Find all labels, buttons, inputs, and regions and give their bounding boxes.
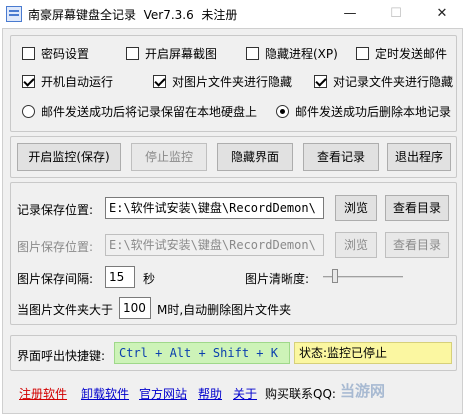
auto-start-checkbox[interactable]: 开机自动运行 [22,73,113,90]
checkbox-label: 定时发送邮件 [375,47,448,61]
radio-circle[interactable] [22,105,35,118]
status-display: 状态:监控已停止 [294,342,452,364]
checkbox-label: 开启屏幕截图 [145,47,218,61]
view-records-button[interactable]: 查看记录 [303,143,379,171]
image-interval-label: 图片保存间隔: [17,272,94,286]
hide-process-checkbox[interactable]: 隐藏进程(XP) [246,45,338,62]
folder-limit-prefix: 当图片文件夹大于 [17,303,114,317]
minimize-button[interactable]: — [327,0,373,28]
folder-limit-suffix: M时,自动删除图片文件夹 [157,303,292,317]
delete-local-radio[interactable]: 邮件发送成功后删除本地记录 [276,103,451,120]
checkbox-box[interactable] [356,47,369,60]
hide-record-folder-checkbox[interactable]: 对记录文件夹进行隐藏 [314,73,453,90]
screen-capture-checkbox[interactable]: 开启屏幕截图 [126,45,217,62]
help-link[interactable]: 帮助 [198,385,222,402]
checkbox-box[interactable] [126,47,139,60]
image-view-dir-button[interactable]: 查看目录 [385,232,449,258]
checkbox-label: 开机自动运行 [41,75,114,89]
image-interval-input[interactable]: 15 [105,266,135,288]
checkbox-label: 对记录文件夹进行隐藏 [333,75,454,89]
checkbox-box[interactable] [246,47,259,60]
keep-local-radio[interactable]: 邮件发送成功后将记录保留在本地硬盘上 [22,103,257,120]
stop-monitor-button[interactable]: 停止监控 [131,143,207,171]
hotkey-group: 界面呼出快捷键: Ctrl + Alt + Shift + K 状态:监控已停止 [10,335,457,371]
paths-group: 记录保存位置: E:\软件试安装\键盘\RecordDemon\ 浏览 查看目录… [10,182,457,325]
app-keyboard-icon [6,6,22,22]
record-browse-button[interactable]: 浏览 [335,195,377,221]
folder-limit-input[interactable]: 100 [119,297,151,319]
purchase-qq-label: 购买联系QQ: [265,387,336,401]
uninstall-link[interactable]: 卸载软件 [81,385,129,402]
image-quality-slider-thumb[interactable] [331,269,338,283]
radio-label: 邮件发送成功后将记录保留在本地硬盘上 [41,105,258,119]
exit-button[interactable]: 退出程序 [387,143,451,171]
checkbox-label: 隐藏进程(XP) [265,47,338,61]
register-link[interactable]: 注册软件 [19,385,67,402]
radio-label: 邮件发送成功后删除本地记录 [295,105,452,119]
image-browse-button[interactable]: 浏览 [335,232,377,258]
image-interval-unit: 秒 [143,272,156,286]
hide-ui-button[interactable]: 隐藏界面 [217,143,293,171]
window-title: 南豪屏幕键盘全记录 Ver7.3.6 未注册 [28,8,238,22]
image-path-input[interactable]: E:\软件试安装\键盘\RecordDemon\ [105,234,324,256]
checkbox-box[interactable] [314,75,327,88]
maximize-button[interactable]: ☐ [373,0,419,28]
website-link[interactable]: 官方网站 [139,385,187,402]
options-group: 密码设置 开启屏幕截图 隐藏进程(XP) 定时发送邮件 开机自动运行 对图片文件… [10,35,457,132]
checkbox-box[interactable] [153,75,166,88]
radio-circle[interactable] [276,105,289,118]
record-path-label: 记录保存位置: [17,203,94,217]
main-panel: 密码设置 开启屏幕截图 隐藏进程(XP) 定时发送邮件 开机自动运行 对图片文件… [2,28,463,414]
watermark-text: 当游网 [340,382,386,400]
record-view-dir-button[interactable]: 查看目录 [385,195,449,221]
checkbox-label: 密码设置 [41,47,90,61]
about-link[interactable]: 关于 [233,385,257,402]
hotkey-input[interactable]: Ctrl + Alt + Shift + K [114,342,290,364]
password-setting-checkbox[interactable]: 密码设置 [22,45,89,62]
hotkey-label: 界面呼出快捷键: [17,349,106,363]
record-path-input[interactable]: E:\软件试安装\键盘\RecordDemon\ [105,197,324,219]
title-bar: 南豪屏幕键盘全记录 Ver7.3.6 未注册 — ☐ ✕ [0,0,465,28]
actions-group: 开启监控(保存) 停止监控 隐藏界面 查看记录 退出程序 [10,136,457,178]
checkbox-box[interactable] [22,75,35,88]
start-monitor-button[interactable]: 开启监控(保存) [17,143,121,171]
checkbox-box[interactable] [22,47,35,60]
image-path-label: 图片保存位置: [17,240,94,254]
image-quality-label: 图片清晰度: [245,272,310,286]
close-button[interactable]: ✕ [419,0,465,28]
hide-image-folder-checkbox[interactable]: 对图片文件夹进行隐藏 [153,73,292,90]
checkbox-label: 对图片文件夹进行隐藏 [172,75,293,89]
scheduled-mail-checkbox[interactable]: 定时发送邮件 [356,45,447,62]
